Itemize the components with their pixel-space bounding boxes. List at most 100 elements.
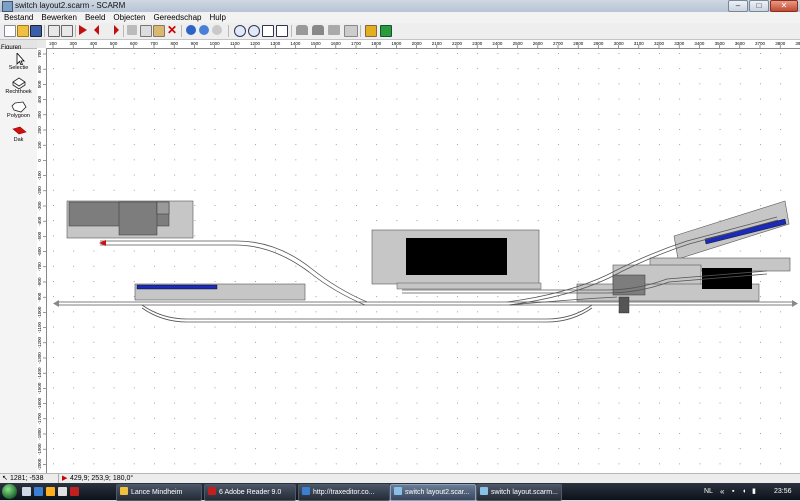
menu-gereedschap[interactable]: Gereedschap	[149, 12, 205, 23]
ruler-label: 1000	[210, 41, 221, 46]
platform-center[interactable]	[396, 282, 542, 290]
ruler-label: 1700	[351, 41, 362, 46]
browser-icon	[302, 487, 310, 495]
ruler-label: 700	[150, 41, 158, 46]
switch-icon[interactable]	[328, 25, 340, 35]
zoom-fit-icon[interactable]	[262, 25, 274, 37]
ruler-label: -1000	[37, 306, 42, 318]
layout-canvas[interactable]	[47, 49, 800, 473]
quicklaunch-switch-icon[interactable]	[58, 487, 67, 496]
tool-rechthoek[interactable]: Rechthoek	[0, 77, 37, 96]
taskbar: Lance Mindheim 6 Adobe Reader 9.0 http:/…	[0, 483, 800, 501]
shape-palette: Selectie Rechthoek Polygoon Dak	[0, 49, 38, 473]
play-icon[interactable]	[79, 25, 87, 35]
rewind-icon[interactable]	[94, 25, 99, 35]
track-loop-a	[141, 304, 593, 320]
tray-arrow-icon[interactable]: «	[720, 483, 724, 500]
tool-polygoon[interactable]: Polygoon	[0, 101, 37, 120]
ruler-label: -1600	[37, 397, 42, 409]
quicklaunch-folder-icon[interactable]	[46, 487, 55, 496]
taskbar-item[interactable]: switch layout2.scar...	[390, 484, 476, 501]
ruler-label: 1100	[230, 41, 240, 46]
taskbar-item[interactable]: 6 Adobe Reader 9.0	[204, 484, 296, 501]
cursor-icon	[16, 53, 25, 65]
save-icon[interactable]	[30, 25, 42, 37]
undo-icon[interactable]	[199, 25, 209, 35]
polygon-icon	[11, 101, 27, 113]
quicklaunch-ie-icon[interactable]	[34, 487, 43, 496]
redo-icon[interactable]	[212, 25, 222, 35]
open-folder-icon[interactable]	[17, 25, 29, 37]
start-button[interactable]	[2, 484, 17, 499]
copy-icon[interactable]	[140, 25, 152, 37]
print-preview-icon[interactable]	[61, 25, 73, 37]
tool-selectie-label: Selectie	[8, 65, 29, 71]
minimize-button[interactable]: –	[728, 0, 748, 12]
tool-selectie[interactable]: Selectie	[0, 53, 37, 72]
window-title: switch layout2.scarm - SCARM	[15, 1, 126, 10]
taskbar-item[interactable]: Lance Mindheim	[116, 484, 202, 501]
ruler-label: 200	[49, 41, 57, 46]
tool-rechthoek-label: Rechthoek	[5, 89, 32, 95]
ruler-label: 500	[37, 80, 42, 88]
ruler-label: 3200	[654, 41, 665, 46]
menu-objecten[interactable]: Objecten	[109, 12, 149, 23]
track-end-right	[792, 300, 798, 307]
building-left-small[interactable]	[156, 201, 170, 215]
vertical-ruler: 700 600 500 400 300 200 100 0 -100 -200 -300 -400 -5…	[37, 48, 47, 473]
zoom-out-icon[interactable]	[248, 25, 260, 37]
quicklaunch-app-icon[interactable]	[70, 487, 79, 496]
settings-icon[interactable]	[365, 25, 377, 37]
clock[interactable]: 23:56	[774, 483, 792, 500]
grid-icon[interactable]	[344, 25, 358, 37]
train-icon[interactable]	[312, 25, 324, 35]
pdf-icon	[208, 487, 216, 495]
new-file-icon[interactable]	[4, 25, 16, 37]
ruler-label: 300	[69, 41, 77, 46]
ruler-label: 400	[37, 95, 42, 103]
zoom-in-icon[interactable]	[234, 25, 246, 37]
building-center-roof[interactable]	[406, 238, 507, 275]
track-icon[interactable]	[296, 25, 308, 35]
power-icon[interactable]: ▮	[752, 483, 756, 500]
volume-icon[interactable]: ◖	[742, 483, 746, 500]
ruler-label: -700	[37, 262, 42, 272]
scarm-icon	[480, 487, 488, 495]
forward-icon[interactable]	[114, 25, 119, 35]
language-indicator[interactable]: NL	[704, 483, 713, 500]
toolbar: ✕	[0, 23, 800, 40]
quicklaunch-desktop-icon[interactable]	[22, 487, 31, 496]
menu-bewerken[interactable]: Bewerken	[37, 12, 81, 23]
close-button[interactable]: ✕	[770, 0, 798, 12]
menu-beeld[interactable]: Beeld	[81, 12, 109, 23]
network-icon[interactable]: ▪	[732, 483, 734, 500]
ruler-label: 1200	[250, 41, 261, 46]
maximize-button[interactable]: □	[749, 0, 769, 12]
paste-icon[interactable]	[153, 25, 165, 37]
ruler-label: 2600	[533, 41, 544, 46]
tool-dak[interactable]: Dak	[0, 125, 37, 144]
rectangle-icon	[11, 77, 26, 89]
taskbar-item[interactable]: http://traxeditor.co...	[298, 484, 390, 501]
ruler-label: 2700	[553, 41, 564, 46]
building-right-angled[interactable]	[673, 200, 790, 260]
ruler-label: 3700	[755, 41, 766, 46]
zoom-window-icon[interactable]	[276, 25, 288, 37]
ruler-label: 400	[90, 41, 98, 46]
blue-car-left[interactable]	[136, 284, 218, 290]
app-icon	[2, 1, 13, 12]
delete-icon[interactable]: ✕	[167, 24, 177, 36]
cut-icon[interactable]	[127, 25, 137, 35]
ruler-label: 1800	[371, 41, 382, 46]
print-icon[interactable]	[48, 25, 60, 37]
ruler-label: -200	[37, 186, 42, 196]
menu-hulp[interactable]: Hulp	[205, 12, 229, 23]
3d-view-icon[interactable]	[380, 25, 392, 37]
menu-bestand[interactable]: Bestand	[0, 12, 37, 23]
taskbar-item[interactable]: switch layout.scarm...	[476, 484, 562, 501]
ruler-label: -1300	[37, 352, 42, 364]
ruler-label: 1900	[391, 41, 402, 46]
ruler-label: 3100	[634, 41, 645, 46]
building-left-annex[interactable]	[118, 201, 158, 236]
rotate-icon[interactable]	[186, 25, 196, 35]
